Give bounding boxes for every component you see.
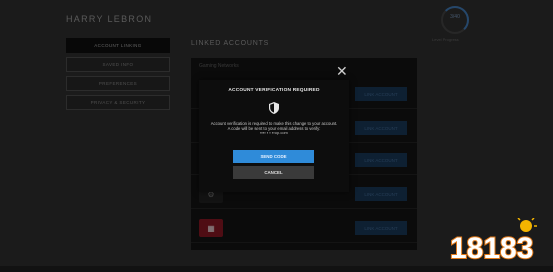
cancel-button[interactable]: CANCEL bbox=[233, 166, 314, 179]
masked-email: ▪▪▪▪ ▪ ▪ ▪▪op.com bbox=[260, 130, 288, 135]
modal-title: ACCOUNT VERIFICATION REQUIRED bbox=[228, 88, 320, 93]
svg-text:18183: 18183 bbox=[450, 232, 533, 265]
verification-modal: ACCOUNT VERIFICATION REQUIRED Account ve… bbox=[199, 80, 349, 192]
shield-icon bbox=[269, 102, 279, 114]
close-icon[interactable]: ✕ bbox=[336, 64, 348, 78]
send-code-button[interactable]: SEND CODE bbox=[233, 150, 314, 163]
watermark-logo: 18183 bbox=[449, 218, 537, 266]
